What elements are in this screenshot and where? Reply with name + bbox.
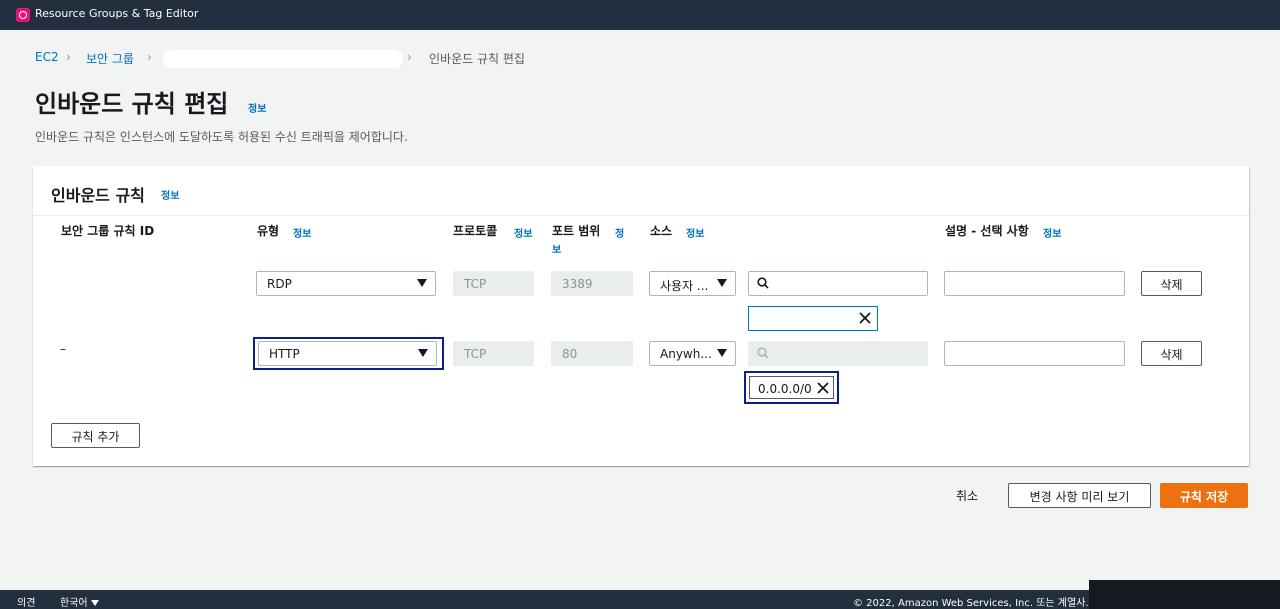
column-header-type: 유형	[257, 224, 280, 238]
close-icon[interactable]	[858, 311, 872, 325]
breadcrumb-link-ec2[interactable]: EC2	[35, 50, 59, 64]
chevron-right-icon: ›	[147, 50, 152, 64]
breadcrumb-link-security-groups[interactable]: 보안 그룹	[86, 50, 134, 67]
search-icon	[757, 277, 769, 289]
copyright-text: © 2022, Amazon Web Services, Inc. 또는 계열사…	[853, 598, 1089, 609]
protocol-info-link[interactable]: 정보	[514, 225, 532, 240]
caret-down-icon	[717, 279, 727, 287]
type-select-value: HTTP	[269, 347, 300, 361]
caret-down-icon	[417, 279, 427, 287]
type-info-link[interactable]: 정보	[293, 225, 311, 240]
column-header-description: 설명 - 선택 사항	[945, 224, 1029, 238]
source-select[interactable]: Anywh...	[649, 341, 736, 366]
caret-down-icon	[717, 349, 727, 357]
source-select[interactable]: 사용자 ...	[649, 271, 736, 296]
panel-info-link[interactable]: 정보	[161, 187, 179, 202]
breadcrumb-current: 인바운드 규칙 편집	[429, 52, 525, 66]
cidr-search-input[interactable]	[748, 271, 928, 296]
resource-groups-logo-icon	[16, 8, 30, 22]
type-select[interactable]: HTTP	[258, 341, 437, 366]
protocol-field: TCP	[453, 341, 534, 366]
add-rule-button[interactable]: 규칙 추가	[51, 423, 140, 448]
page-description: 인바운드 규칙은 인스턴스에 도달하도록 허용된 수신 트래픽을 제어합니다.	[35, 130, 408, 144]
column-header-rule-id: 보안 그룹 규칙 ID	[61, 224, 155, 238]
protocol-field: TCP	[453, 271, 534, 296]
page-info-link[interactable]: 정보	[248, 100, 266, 115]
column-header-protocol: 프로토콜	[453, 224, 498, 238]
cancel-button[interactable]: 취소	[956, 487, 978, 504]
description-input[interactable]	[944, 271, 1125, 296]
redacted-security-group-id	[163, 50, 403, 68]
delete-rule-button[interactable]: 삭제	[1141, 341, 1202, 366]
language-selector[interactable]: 한국어	[60, 594, 99, 609]
panel-header: 인바운드 규칙 정보	[33, 166, 1249, 216]
source-select-value: 사용자 ...	[660, 279, 709, 293]
preview-changes-button[interactable]: 변경 사항 미리 보기	[1008, 483, 1151, 508]
cidr-search-input	[748, 341, 928, 366]
chevron-right-icon: ›	[407, 50, 412, 64]
type-select[interactable]: RDP	[256, 271, 436, 296]
delete-rule-button[interactable]: 삭제	[1141, 271, 1202, 296]
inbound-rules-panel: 인바운드 규칙 정보	[33, 166, 1249, 466]
overlay-block	[1089, 580, 1280, 609]
chevron-right-icon: ›	[66, 50, 71, 64]
language-label: 한국어	[60, 598, 88, 609]
close-icon[interactable]	[816, 381, 830, 395]
source-info-link[interactable]: 정보	[686, 225, 704, 240]
port-range-info-link[interactable]: 정	[615, 225, 624, 240]
port-range-info-link-wrap[interactable]: 보	[552, 241, 561, 256]
feedback-link[interactable]: 의견	[17, 594, 35, 609]
page-title: 인바운드 규칙 편집	[35, 90, 229, 118]
caret-down-icon	[90, 600, 99, 606]
cidr-token-label: 0.0.0.0/0	[758, 382, 812, 396]
footer-bar: 의견 한국어 © 2022, Amazon Web Services, Inc.…	[0, 590, 1280, 609]
top-navigation-bar: Resource Groups & Tag Editor	[0, 0, 1280, 30]
source-select-value: Anywh...	[660, 347, 712, 361]
port-range-field: 3389	[551, 271, 633, 296]
save-rules-button[interactable]: 규칙 저장	[1160, 483, 1248, 508]
port-range-field: 80	[551, 341, 633, 366]
rule-id-cell: –	[60, 342, 66, 356]
panel-title: 인바운드 규칙	[51, 186, 145, 205]
search-icon	[757, 347, 769, 359]
description-info-link[interactable]: 정보	[1043, 225, 1061, 240]
type-select-value: RDP	[267, 277, 292, 291]
description-input[interactable]	[944, 341, 1125, 366]
column-header-port-range: 포트 범위	[552, 224, 601, 238]
caret-down-icon	[418, 349, 428, 357]
app-title[interactable]: Resource Groups & Tag Editor	[35, 7, 198, 20]
column-header-source: 소스	[650, 224, 673, 238]
